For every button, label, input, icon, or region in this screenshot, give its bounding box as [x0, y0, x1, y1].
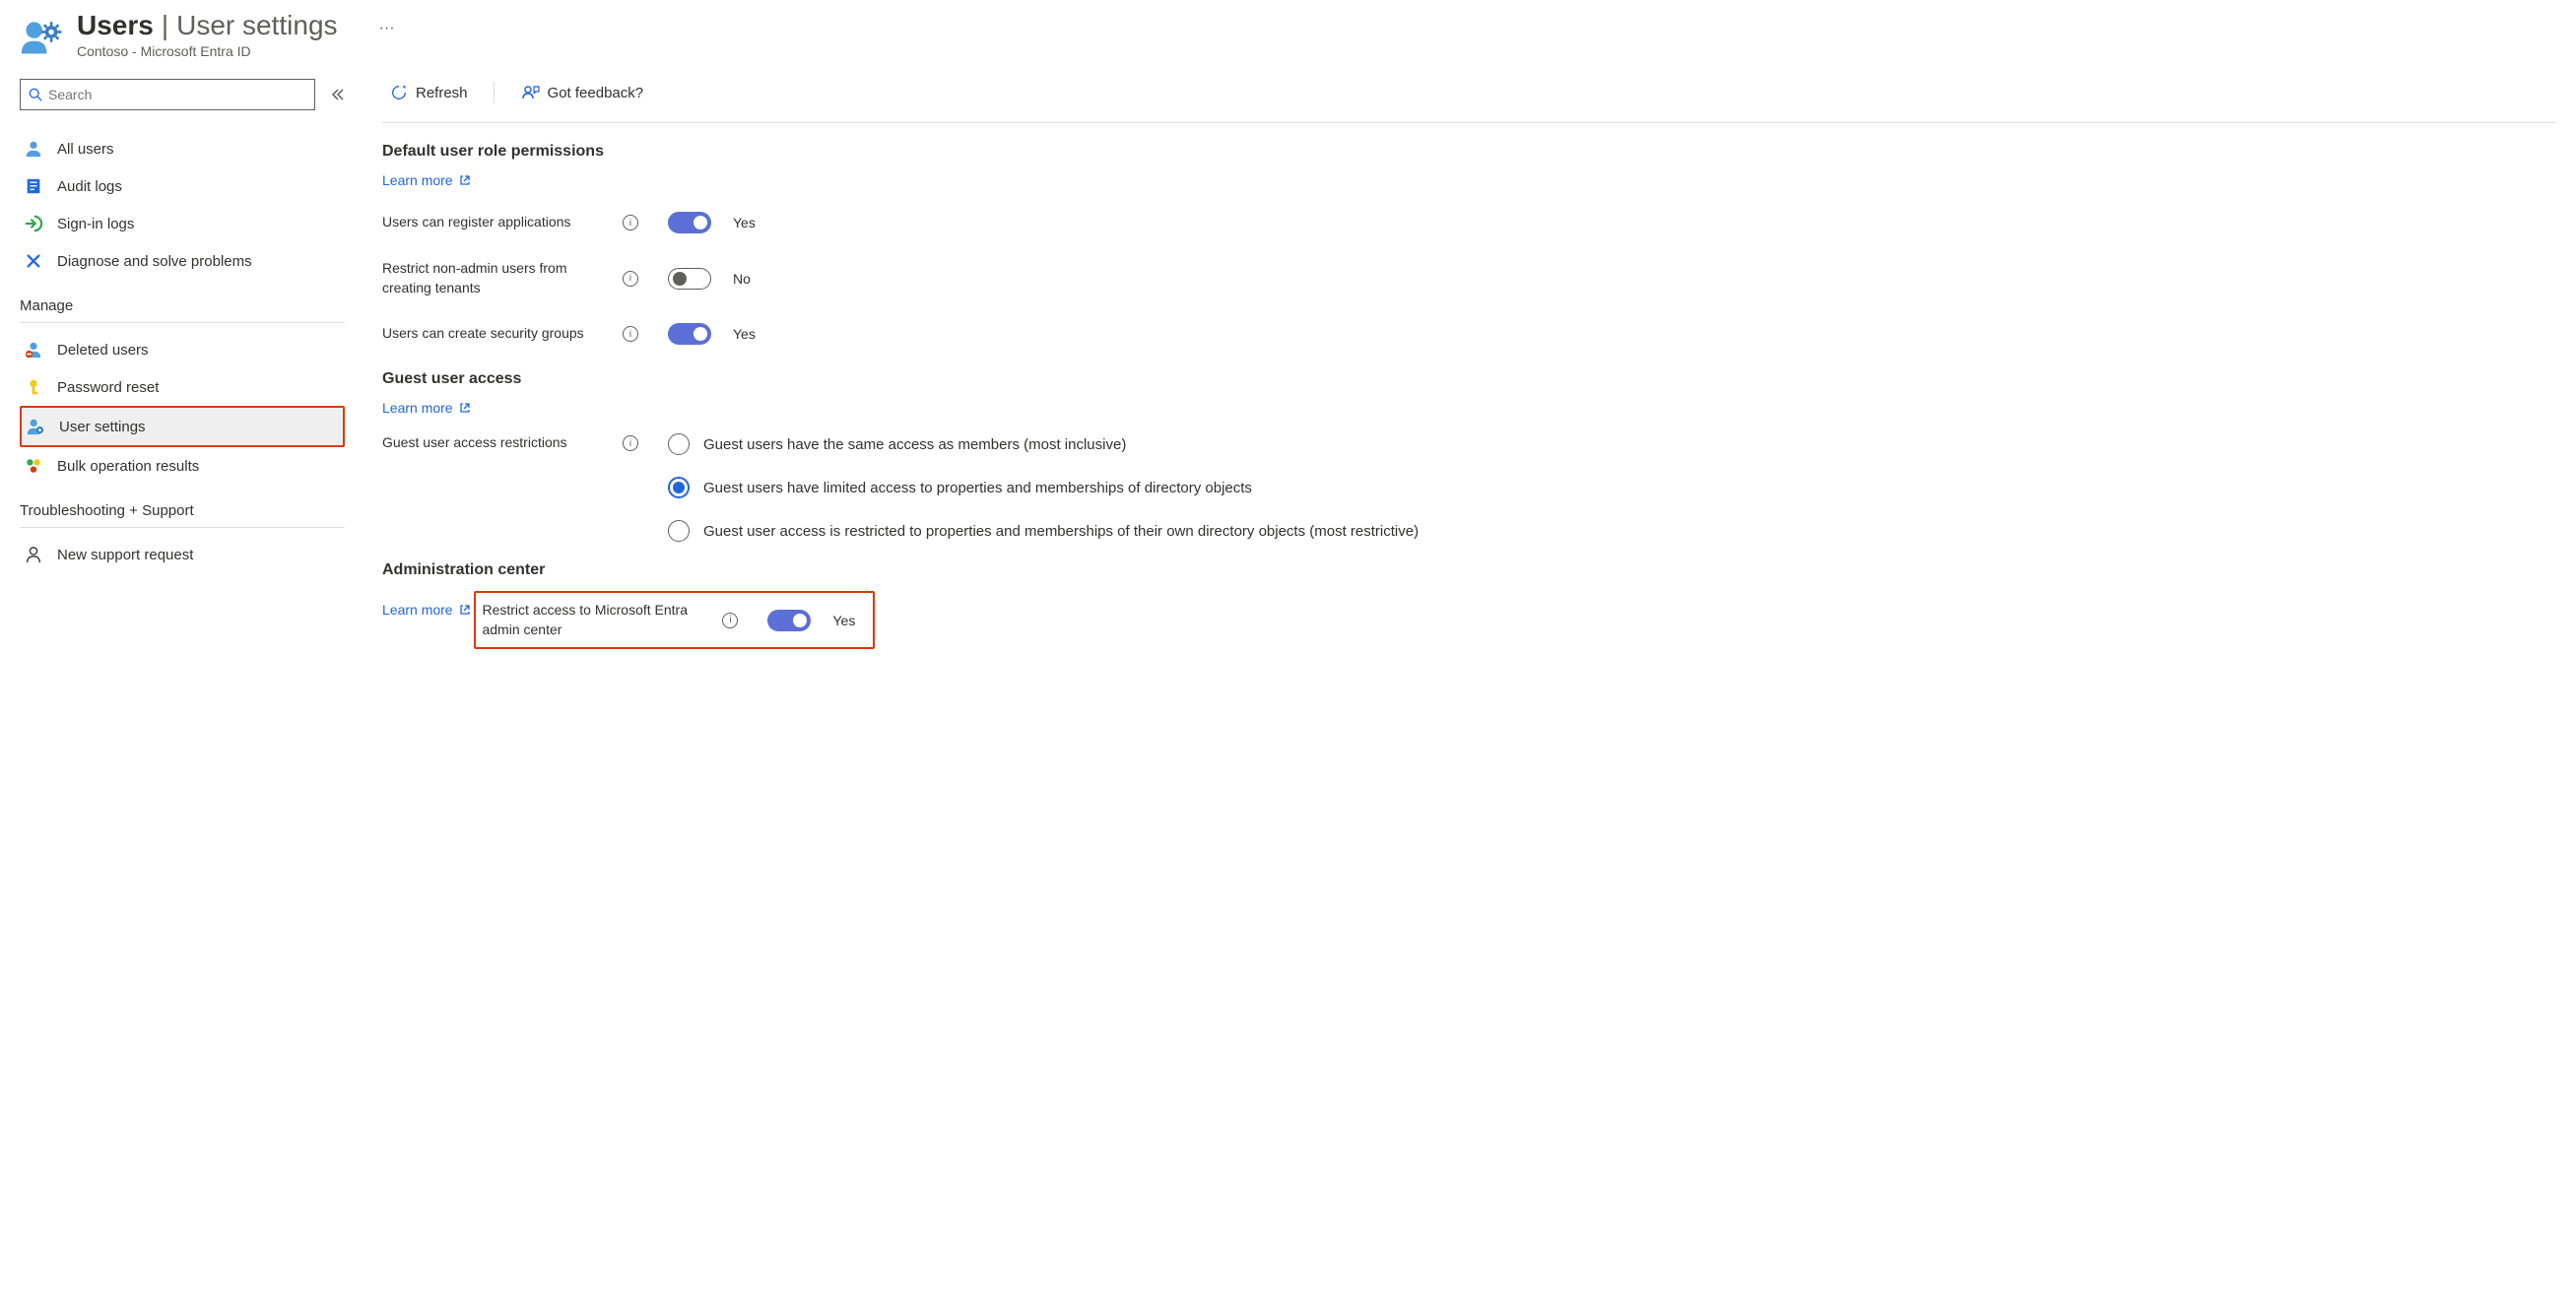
toolbar-label: Refresh	[416, 85, 468, 101]
nav-all-users[interactable]: All users	[20, 130, 345, 167]
nav-label: Bulk operation results	[57, 458, 199, 475]
learn-more-admin[interactable]: Learn more	[382, 602, 471, 618]
nav-label: New support request	[57, 547, 193, 563]
info-icon[interactable]: i	[623, 215, 638, 230]
info-icon[interactable]: i	[623, 326, 638, 342]
external-link-icon	[459, 174, 471, 186]
key-icon	[24, 377, 43, 397]
setting-register-apps-label: Users can register applications	[382, 213, 611, 232]
radio-label: Guest users have the same access as memb…	[703, 436, 1126, 453]
toggle-value: Yes	[733, 215, 756, 230]
info-icon[interactable]: i	[623, 271, 638, 287]
info-icon[interactable]: i	[722, 613, 738, 628]
toggle-register-apps[interactable]	[668, 212, 711, 233]
section-admin-title: Administration center	[382, 561, 2556, 579]
learn-more-default[interactable]: Learn more	[382, 172, 471, 188]
nav-deleted-users[interactable]: Deleted users	[20, 331, 345, 368]
sidebar-section-troubleshoot: Troubleshooting + Support	[20, 485, 345, 528]
toggle-value: Yes	[832, 613, 855, 628]
refresh-button[interactable]: Refresh	[382, 80, 476, 105]
support-icon	[24, 545, 43, 564]
page-title: Users | User settings	[77, 10, 338, 41]
search-input[interactable]	[48, 87, 306, 102]
nav-label: Password reset	[57, 379, 159, 396]
setting-restrict-tenants-label: Restrict non-admin users from creating t…	[382, 259, 611, 297]
info-icon[interactable]: i	[623, 435, 638, 451]
toggle-value: No	[733, 271, 751, 287]
user-settings-icon	[26, 417, 45, 436]
setting-security-groups-label: Users can create security groups	[382, 324, 611, 344]
nav-bulk-results[interactable]: Bulk operation results	[20, 447, 345, 485]
deleted-user-icon	[24, 340, 43, 360]
nav-user-settings[interactable]: User settings	[22, 408, 343, 445]
toggle-restrict-tenants[interactable]	[668, 268, 711, 290]
nav-signin-logs[interactable]: Sign-in logs	[20, 205, 345, 242]
feedback-icon	[520, 83, 540, 102]
signin-icon	[24, 214, 43, 233]
nav-audit-logs[interactable]: Audit logs	[20, 167, 345, 205]
toggle-restrict-admin[interactable]	[767, 610, 811, 631]
feedback-button[interactable]: Got feedback?	[512, 79, 652, 106]
setting-restrict-admin-label: Restrict access to Microsoft Entra admin…	[482, 601, 710, 639]
section-guest-title: Guest user access	[382, 370, 2556, 388]
refresh-icon	[390, 84, 408, 101]
bulk-icon	[24, 456, 43, 476]
nav-label: User settings	[59, 419, 146, 435]
page-subtitle: Contoso - Microsoft Entra ID	[77, 43, 338, 59]
audit-log-icon	[24, 176, 43, 196]
toolbar-label: Got feedback?	[548, 85, 644, 101]
diagnose-icon	[24, 251, 43, 271]
user-icon	[24, 139, 43, 159]
toggle-value: Yes	[733, 326, 756, 342]
learn-more-guest[interactable]: Learn more	[382, 400, 471, 416]
sidebar-search[interactable]	[20, 79, 315, 110]
users-header-icon	[20, 16, 63, 59]
search-icon	[29, 88, 42, 101]
nav-label: Audit logs	[57, 178, 122, 195]
external-link-icon	[459, 402, 471, 414]
toggle-security-groups[interactable]	[668, 323, 711, 345]
external-link-icon	[459, 604, 471, 616]
nav-diagnose[interactable]: Diagnose and solve problems	[20, 242, 345, 280]
nav-label: Diagnose and solve problems	[57, 253, 252, 270]
nav-new-support[interactable]: New support request	[20, 536, 345, 573]
radio-guest-restrictive[interactable]	[668, 520, 690, 542]
radio-guest-inclusive[interactable]	[668, 433, 690, 455]
radio-label: Guest users have limited access to prope…	[703, 480, 1252, 496]
nav-password-reset[interactable]: Password reset	[20, 368, 345, 406]
radio-label: Guest user access is restricted to prope…	[703, 523, 1419, 540]
sidebar-section-manage: Manage	[20, 280, 345, 323]
more-actions-button[interactable]: ···	[379, 20, 395, 37]
nav-label: Sign-in logs	[57, 216, 134, 232]
section-default-title: Default user role permissions	[382, 143, 2556, 161]
nav-label: All users	[57, 141, 114, 158]
toolbar-separator	[494, 82, 495, 103]
nav-label: Deleted users	[57, 342, 149, 359]
setting-guest-restrictions-label: Guest user access restrictions	[382, 433, 611, 453]
collapse-sidebar-button[interactable]	[329, 87, 345, 102]
radio-guest-limited[interactable]	[668, 477, 690, 498]
